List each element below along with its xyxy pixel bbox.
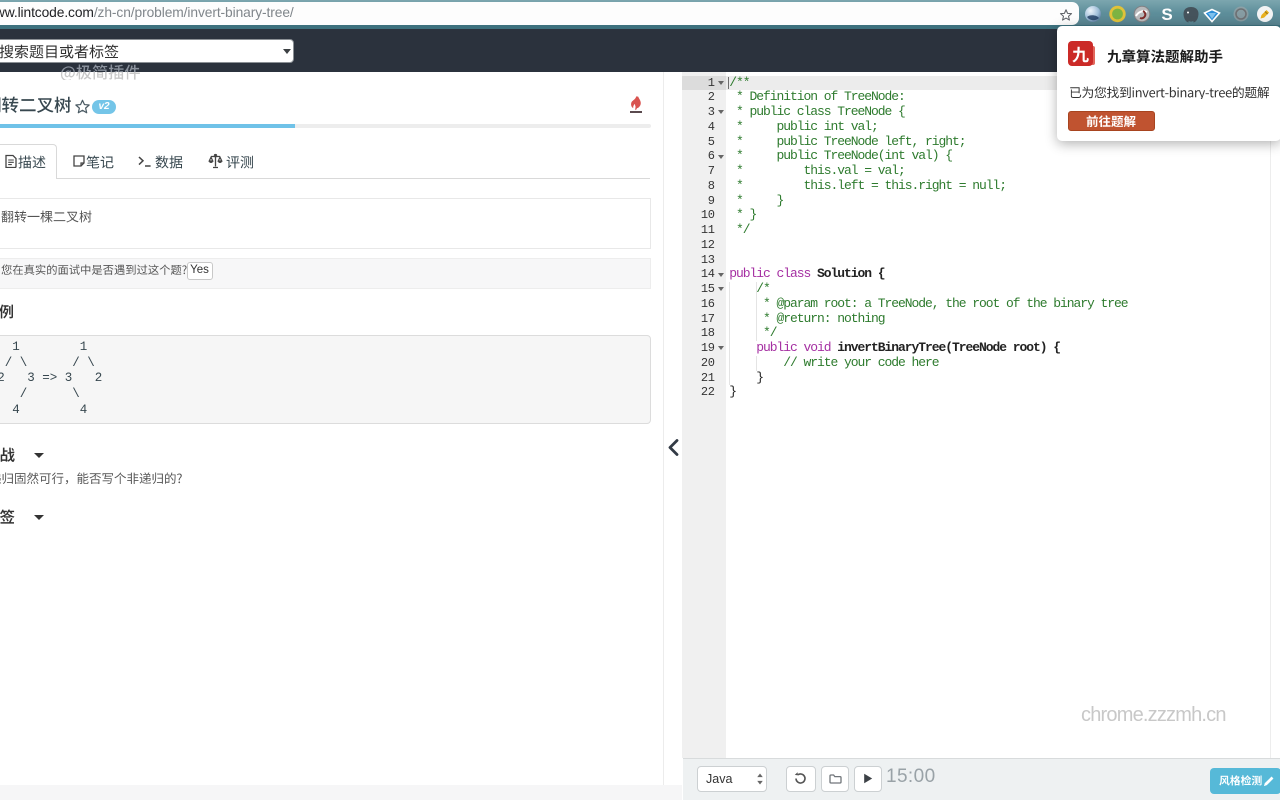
svg-text:S: S	[1161, 5, 1172, 23]
